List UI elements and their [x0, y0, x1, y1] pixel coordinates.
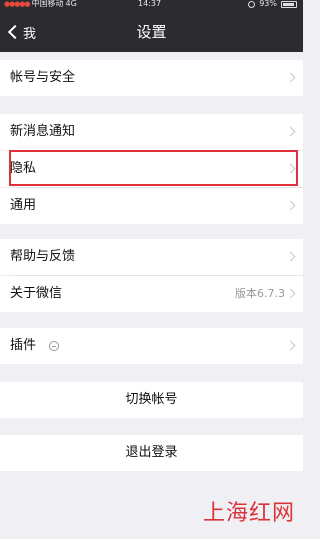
chevron-right-icon [285, 251, 296, 262]
row-about-wechat[interactable]: 关于微信 版本6.7.3 [0, 276, 303, 312]
row-label: 通用 [10, 198, 37, 213]
chevron-right-icon [285, 288, 296, 299]
signal-icon: ●●●●● [4, 0, 31, 8]
status-left: ●●●●● 中国移动 4G [4, 0, 77, 9]
row-label: 帮助与反馈 [10, 249, 76, 264]
row-label: 插件 [10, 338, 37, 353]
row-plugins[interactable]: 插件 [0, 328, 303, 364]
chevron-right-icon [285, 200, 296, 211]
row-label: 关于微信 [10, 286, 63, 301]
row-label: 隐私 [10, 161, 37, 176]
row-label: 帐号与安全 [10, 70, 76, 85]
network-label: 4G [65, 0, 77, 8]
settings-screen: ●●●●● 中国移动 4G 14:37 93% 我 设置 帐号与安全 新消息通知 [0, 0, 303, 539]
chevron-right-icon [285, 340, 296, 351]
logout-button[interactable]: 退出登录 [0, 435, 303, 471]
alarm-icon [248, 0, 256, 8]
row-general[interactable]: 通用 [0, 188, 303, 224]
plugin-status-icon [49, 341, 59, 351]
chevron-right-icon [285, 126, 296, 137]
nav-bar: 我 设置 [0, 12, 303, 52]
status-right: 93% [248, 0, 297, 9]
chevron-right-icon [285, 72, 296, 83]
status-bar: ●●●●● 中国移动 4G 14:37 93% [0, 0, 303, 10]
page-title: 设置 [136, 23, 167, 41]
battery-label: 93% [259, 0, 277, 8]
button-label: 切换帐号 [125, 392, 178, 407]
carrier-label: 中国移动 [31, 0, 64, 8]
row-privacy[interactable]: 隐私 [0, 151, 303, 187]
switch-account-button[interactable]: 切换帐号 [0, 382, 303, 418]
battery-icon [281, 0, 297, 8]
row-help-feedback[interactable]: 帮助与反馈 [0, 239, 303, 275]
chevron-right-icon [285, 163, 296, 174]
version-label: 版本6.7.3 [235, 287, 285, 300]
button-label: 退出登录 [125, 445, 178, 460]
watermark: 上海红网 [202, 501, 295, 526]
row-account-security[interactable]: 帐号与安全 [0, 60, 303, 96]
row-new-message-notify[interactable]: 新消息通知 [0, 114, 303, 150]
header: ●●●●● 中国移动 4G 14:37 93% 我 设置 [0, 0, 303, 52]
row-label: 新消息通知 [10, 124, 76, 139]
status-time: 14:37 [138, 0, 162, 8]
